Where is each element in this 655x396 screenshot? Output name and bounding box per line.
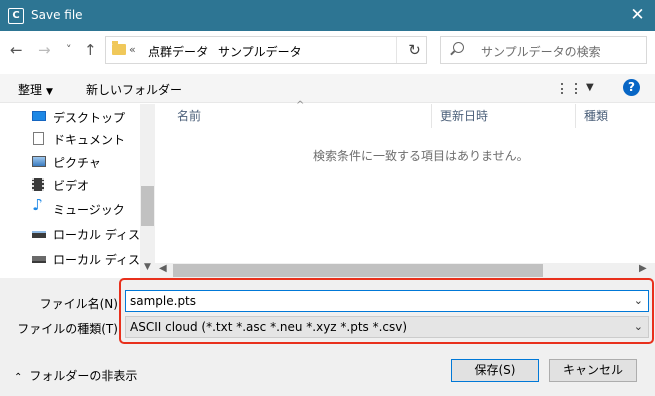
navigation-pane-scrollbar[interactable]: ▼ (140, 104, 155, 278)
document-icon (33, 132, 44, 145)
column-header-modified[interactable]: 更新日時 (432, 104, 576, 128)
address-bar[interactable]: « 点群データ › サンプルデータ ↻ (105, 36, 427, 64)
title-bar: C Save file ✕ (0, 0, 655, 31)
sidebar-item-pictures[interactable]: ピクチャ (32, 152, 140, 172)
video-icon (32, 178, 44, 191)
sidebar-item-drive-c[interactable]: ローカル ディスク (C (32, 224, 140, 244)
sidebar-item-label: ローカル ディスク (C (53, 228, 140, 242)
sidebar-item-label: デスクトップ (53, 111, 126, 125)
hide-folders-toggle[interactable]: ⌃ フォルダーの非表示 (14, 367, 137, 384)
search-box[interactable]: サンプルデータの検索 (440, 36, 647, 64)
save-button[interactable]: 保存(S) (451, 359, 539, 382)
new-folder-button[interactable]: 新しいフォルダー (86, 81, 182, 98)
breadcrumb-separator-icon[interactable]: › (204, 43, 208, 54)
sidebar-item-videos[interactable]: ビデオ (32, 175, 140, 195)
close-icon[interactable]: ✕ (620, 0, 655, 31)
sidebar-item-music[interactable]: ♪ ミュージック (32, 199, 140, 219)
window-title: Save file (31, 8, 83, 22)
navigation-pane: デスクトップ ドキュメント ピクチャ ビデオ ♪ ミュージック ローカル ディス… (0, 104, 155, 280)
empty-message: 検索条件に一致する項目はありません。 (313, 149, 529, 163)
scrollbar-thumb[interactable] (141, 186, 154, 226)
forward-arrow-icon[interactable]: → (38, 41, 51, 59)
search-input[interactable]: サンプルデータの検索 (481, 43, 601, 60)
caret-down-icon: ▼ (46, 87, 53, 97)
file-list: ^ 名前 更新日時 種類 検索条件に一致する項目はありません。 (155, 100, 655, 278)
search-icon (453, 42, 464, 53)
recent-locations-chevron-icon[interactable]: ˅ (66, 41, 72, 59)
organize-button[interactable]: 整理 ▼ (18, 81, 53, 98)
breadcrumb-item[interactable]: 点群データ (148, 43, 208, 60)
sidebar-item-documents[interactable]: ドキュメント (32, 129, 140, 149)
drive-icon (32, 256, 46, 263)
filename-label: ファイル名(N): (39, 297, 122, 311)
file-list-horizontal-scrollbar[interactable]: ◀ ▶ (155, 263, 655, 278)
overflow-chevron-icon[interactable]: « (129, 43, 136, 56)
sidebar-item-label: ピクチャ (53, 156, 101, 170)
column-header-type[interactable]: 種類 (576, 104, 655, 128)
picture-icon (32, 156, 46, 167)
save-file-dialog: C Save file ✕ ← → ˅ ↑ « 点群データ › サンプルデータ … (0, 0, 655, 396)
breadcrumb-item[interactable]: サンプルデータ (218, 43, 302, 60)
sidebar-item-desktop[interactable]: デスクトップ (32, 107, 140, 127)
app-icon: C (8, 8, 24, 24)
organize-label: 整理 (18, 83, 43, 97)
sidebar-item-label: ローカル ディスク (D (53, 253, 140, 267)
toolbar: 整理 ▼ 新しいフォルダー ▼ ? (0, 74, 655, 103)
column-header-name[interactable]: 名前 (155, 104, 432, 128)
sidebar-item-label: ドキュメント (53, 133, 126, 147)
refresh-icon[interactable]: ↻ (403, 41, 425, 59)
scroll-left-icon[interactable]: ◀ (159, 263, 167, 274)
divider (396, 37, 397, 63)
view-options-caret-icon[interactable]: ▼ (586, 82, 594, 93)
view-details-icon[interactable] (561, 83, 577, 94)
drive-icon (32, 231, 46, 238)
sidebar-item-label: ミュージック (53, 203, 125, 217)
folder-icon (112, 41, 126, 55)
highlight-box (119, 278, 654, 344)
scroll-right-icon[interactable]: ▶ (639, 263, 647, 274)
music-icon: ♪ (32, 199, 43, 215)
hide-folders-label: フォルダーの非表示 (29, 369, 138, 383)
up-arrow-icon[interactable]: ↑ (84, 41, 97, 59)
help-icon[interactable]: ? (623, 79, 640, 96)
filetype-label: ファイルの種類(T): (17, 322, 122, 336)
chevron-up-icon: ⌃ (14, 372, 23, 383)
cancel-button[interactable]: キャンセル (549, 359, 637, 382)
scroll-down-icon[interactable]: ▼ (140, 262, 155, 272)
scrollbar-thumb[interactable] (173, 264, 543, 277)
sidebar-item-drive-d[interactable]: ローカル ディスク (D (32, 249, 140, 269)
sidebar-item-label: ビデオ (53, 179, 90, 193)
back-arrow-icon[interactable]: ← (10, 41, 23, 59)
desktop-icon (32, 111, 46, 121)
